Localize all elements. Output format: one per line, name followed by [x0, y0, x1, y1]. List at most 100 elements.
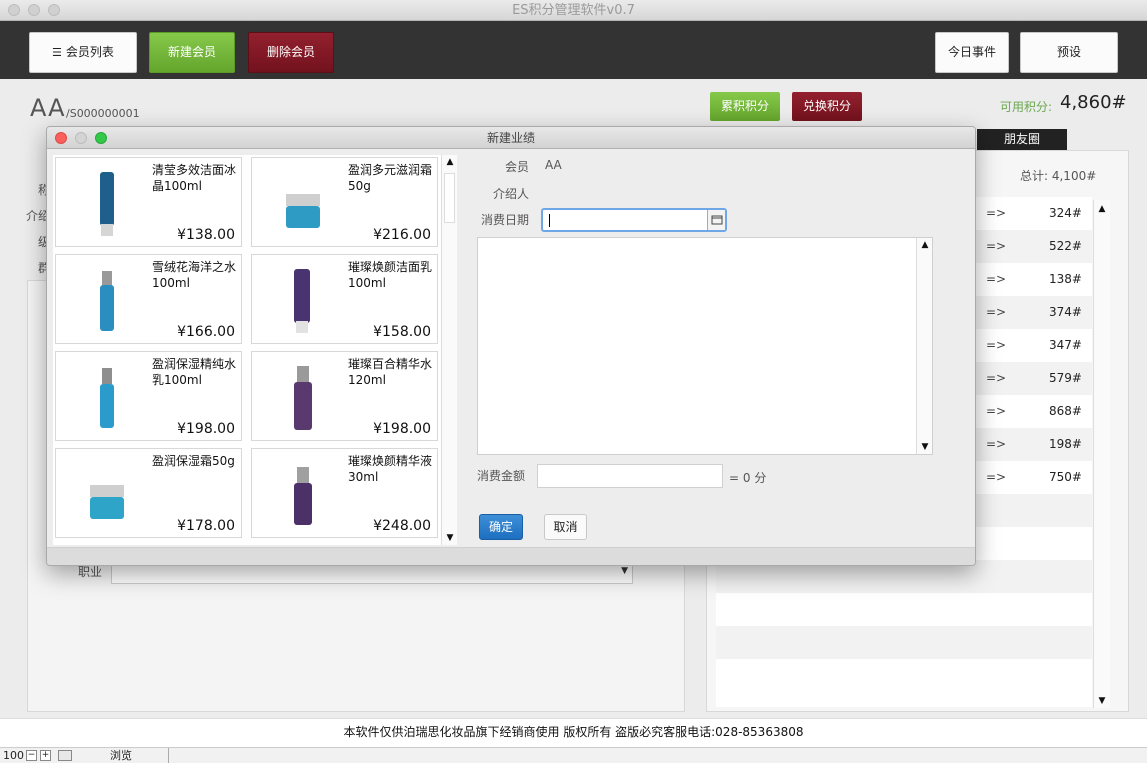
preset-label: 预设	[1056, 45, 1081, 59]
cancel-button[interactable]: 取消	[544, 514, 587, 540]
friends-list-scrollbar[interactable]: ▲ ▼	[1093, 200, 1110, 708]
amount-field[interactable]	[537, 464, 723, 488]
product-card[interactable]: 璀璨焕颜洁面乳100ml ¥158.00	[251, 254, 438, 344]
scroll-up-icon[interactable]: ▲	[1095, 204, 1109, 214]
product-card[interactable]: 盈润多元滋润霜50g ¥216.00	[251, 157, 438, 247]
date-field[interactable]	[541, 208, 727, 232]
row-points: 750#	[1049, 470, 1082, 484]
row-arrow: =>	[986, 272, 1007, 286]
calendar-icon[interactable]	[707, 210, 725, 230]
product-name: 璀璨焕颜洁面乳100ml	[348, 260, 433, 290]
date-label: 消费日期	[480, 213, 529, 227]
product-card[interactable]: 璀璨百合精华水120ml ¥198.00	[251, 351, 438, 441]
product-name: 盈润保湿霜50g	[152, 454, 235, 468]
product-card[interactable]: 雪绒花海洋之水100ml ¥166.00	[55, 254, 242, 344]
product-card[interactable]: 盈润保湿霜50g ¥178.00	[55, 448, 242, 538]
dialog-minimize-icon[interactable]	[75, 132, 87, 144]
scroll-up-icon[interactable]: ▲	[918, 240, 932, 250]
close-window-icon[interactable]	[8, 4, 20, 16]
today-events-button[interactable]: 今日事件	[935, 32, 1009, 73]
window-title: ES积分管理软件v0.7	[512, 3, 635, 18]
row-arrow: =>	[986, 404, 1007, 418]
row-points: 579#	[1049, 371, 1082, 385]
scroll-up-icon[interactable]: ▲	[443, 157, 457, 167]
product-price: ¥166.00	[177, 324, 235, 340]
zoom-in-icon[interactable]: +	[40, 750, 51, 761]
member-list-button[interactable]: ☰ 会员列表	[29, 32, 137, 73]
scroll-thumb[interactable]	[444, 173, 455, 223]
total-points: 总计: 4,100#	[1020, 169, 1097, 183]
product-image	[294, 366, 312, 430]
list-icon: ☰	[52, 46, 62, 59]
row-points: 522#	[1049, 239, 1082, 253]
scroll-down-icon[interactable]: ▼	[443, 533, 457, 543]
row-arrow: =>	[986, 437, 1007, 451]
product-image	[294, 269, 310, 333]
view-mode[interactable]: 浏览	[110, 748, 132, 763]
product-price: ¥198.00	[373, 421, 431, 437]
row-points: 324#	[1049, 206, 1082, 220]
delete-member-button[interactable]: 删除会员	[248, 32, 334, 73]
chevron-down-icon: ▼	[621, 566, 628, 576]
member-value: AA	[545, 158, 562, 172]
accumulate-points-button[interactable]: 累积积分	[710, 92, 780, 121]
product-image	[100, 271, 114, 331]
confirm-button[interactable]: 确定	[479, 514, 523, 540]
member-label: 会员	[504, 160, 529, 174]
layout-toggle-icon[interactable]	[58, 750, 72, 761]
minimize-window-icon[interactable]	[28, 4, 40, 16]
preset-button[interactable]: 预设	[1020, 32, 1118, 73]
exchange-points-label: 兑换积分	[802, 99, 851, 113]
product-card[interactable]: 璀璨焕颜精华液30ml ¥248.00	[251, 448, 438, 538]
referrer-label: 介绍人	[492, 187, 529, 201]
row-points: 198#	[1049, 437, 1082, 451]
product-grid: 清莹多效洁面冰晶100ml ¥138.00 盈润多元滋润霜50g ¥216.00…	[53, 155, 457, 545]
product-image	[100, 172, 114, 236]
product-price: ¥138.00	[177, 227, 235, 243]
product-image	[100, 368, 114, 428]
row-points: 868#	[1049, 404, 1082, 418]
product-grid-scrollbar[interactable]: ▲ ▼	[441, 155, 457, 545]
available-points-value: 4,860#	[1060, 92, 1127, 113]
text-cursor	[549, 214, 550, 227]
product-name: 璀璨焕颜精华液30ml	[348, 454, 433, 484]
product-name: 雪绒花海洋之水100ml	[152, 260, 237, 290]
scroll-down-icon[interactable]: ▼	[918, 442, 932, 452]
row-points: 347#	[1049, 338, 1082, 352]
exchange-points-button[interactable]: 兑换积分	[792, 92, 862, 121]
product-name: 清莹多效洁面冰晶100ml	[152, 163, 237, 193]
product-name: 璀璨百合精华水120ml	[348, 357, 433, 387]
product-card[interactable]: 盈润保湿精纯水乳100ml ¥198.00	[55, 351, 242, 441]
member-id: /S000000001	[66, 107, 140, 120]
new-member-button[interactable]: 新建会员	[149, 32, 235, 73]
product-name: 盈润保湿精纯水乳100ml	[152, 357, 237, 387]
status-bar: 100 − + 浏览	[0, 747, 1147, 763]
tab-friends[interactable]: 朋友圈	[977, 129, 1067, 150]
new-member-label: 新建会员	[167, 45, 216, 59]
product-card[interactable]: 清莹多效洁面冰晶100ml ¥138.00	[55, 157, 242, 247]
product-image	[294, 467, 312, 525]
row-arrow: =>	[986, 470, 1007, 484]
empty-row	[716, 626, 1092, 659]
row-points: 138#	[1049, 272, 1082, 286]
dialog-close-icon[interactable]	[55, 132, 67, 144]
product-image	[286, 194, 320, 228]
notes-textarea[interactable]: ▲ ▼	[477, 237, 933, 455]
notes-scrollbar[interactable]: ▲ ▼	[916, 238, 932, 454]
window-titlebar: ES积分管理软件v0.7	[0, 0, 1147, 21]
available-points-label: 可用积分:	[1000, 100, 1053, 114]
amount-label: 消费金额	[476, 469, 525, 483]
dialog-zoom-icon[interactable]	[95, 132, 107, 144]
zoom-out-icon[interactable]: −	[26, 750, 37, 761]
member-list-label: 会员列表	[65, 45, 114, 59]
zoom-level: 100	[3, 749, 24, 762]
row-arrow: =>	[986, 305, 1007, 319]
accumulate-points-label: 累积积分	[720, 99, 769, 113]
zoom-window-icon[interactable]	[48, 4, 60, 16]
today-events-label: 今日事件	[947, 45, 996, 59]
member-name: AA	[30, 94, 66, 122]
delete-member-label: 删除会员	[266, 45, 315, 59]
row-points: 374#	[1049, 305, 1082, 319]
scroll-down-icon[interactable]: ▼	[1095, 696, 1109, 706]
product-price: ¥248.00	[373, 518, 431, 534]
